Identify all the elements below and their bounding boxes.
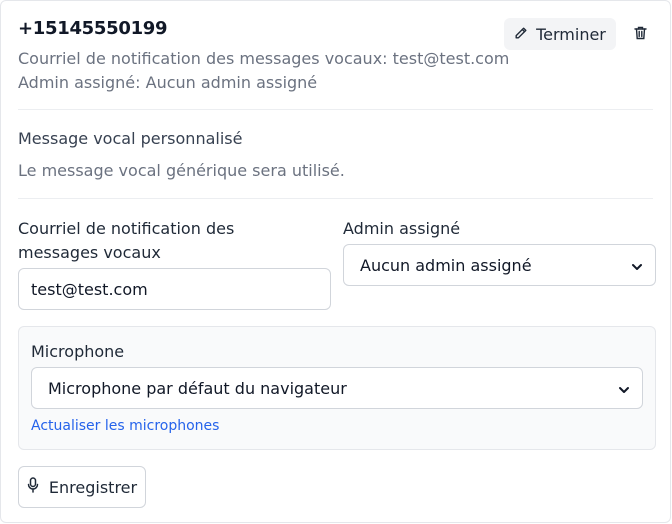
microphone-select[interactable]: Microphone par défaut du navigateur — [31, 367, 643, 409]
microphone-panel: Microphone Microphone par défaut du navi… — [18, 326, 656, 450]
refresh-microphones-link[interactable]: Actualiser les microphones — [31, 418, 219, 434]
voicemail-settings-card: +15145550199 Courriel de notification de… — [0, 0, 671, 523]
chevron-down-icon — [618, 379, 630, 398]
chevron-down-icon — [631, 256, 643, 275]
finish-button[interactable]: Terminer — [504, 18, 616, 50]
admin-select[interactable]: Aucun admin assigné — [343, 244, 656, 286]
assigned-admin-summary: Admin assigné: Aucun admin assigné — [18, 73, 318, 92]
record-button[interactable]: Enregistrer — [18, 466, 146, 508]
trash-icon — [633, 26, 647, 43]
finish-button-label: Terminer — [536, 24, 606, 44]
record-button-label: Enregistrer — [48, 477, 138, 497]
microphone-label: Microphone — [31, 342, 125, 361]
delete-button[interactable] — [629, 23, 651, 45]
email-field[interactable] — [18, 268, 331, 310]
email-field-label: Courriel de notification des messages vo… — [18, 219, 235, 262]
divider — [18, 198, 653, 199]
microphone-icon — [27, 477, 39, 497]
admin-select-label: Admin assigné — [343, 219, 461, 238]
notification-email-summary: Courriel de notification des messages vo… — [18, 49, 510, 68]
custom-voicemail-title: Message vocal personnalisé — [18, 129, 243, 148]
admin-select-value: Aucun admin assigné — [360, 255, 532, 275]
pencil-icon — [514, 25, 528, 44]
divider — [18, 109, 653, 110]
phone-number: +15145550199 — [18, 18, 168, 39]
microphone-select-value: Microphone par défaut du navigateur — [48, 378, 347, 398]
custom-voicemail-description: Le message vocal générique sera utilisé. — [18, 161, 345, 180]
